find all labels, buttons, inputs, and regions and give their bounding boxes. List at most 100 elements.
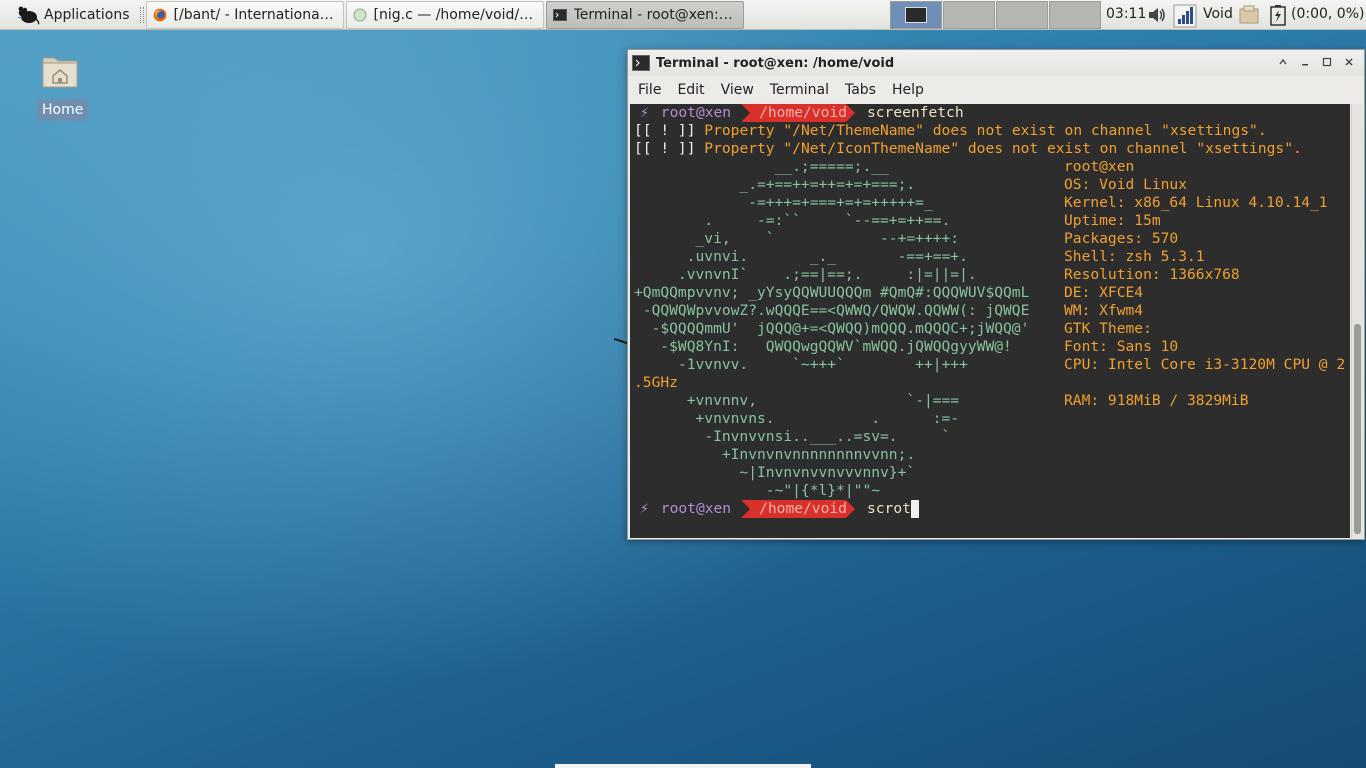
- ascii-line: _vi, ` --+=++++:: [634, 230, 960, 247]
- scrollbar-thumb[interactable]: [1354, 324, 1361, 534]
- warning-line: [[ ! ]] Property "/Net/IconThemeName" do…: [634, 140, 1350, 158]
- prompt-path: /home/void: [741, 500, 855, 518]
- system-info: root@xen OS: Void Linux Kernel: x86_64 L…: [1064, 158, 1345, 410]
- info-cpu: CPU: Intel Core i3-3120M CPU @ 2: [1064, 356, 1346, 373]
- user-menu[interactable]: Void: [1203, 6, 1233, 22]
- info-de: DE: XFCE4: [1064, 284, 1144, 301]
- applications-menu-button[interactable]: Applications: [0, 0, 136, 30]
- info-resolution: Resolution: 1366x768: [1064, 266, 1240, 283]
- workspace-switcher: [890, 1, 1102, 29]
- terminal-output[interactable]: ⚡ root@xen /home/void screenfetch [[ ! ]…: [630, 104, 1350, 538]
- clock[interactable]: 03:11: [1106, 6, 1146, 22]
- workspace-3[interactable]: [996, 1, 1048, 29]
- minimize-button[interactable]: [1294, 53, 1316, 71]
- prompt-bolt: ⚡: [640, 104, 649, 121]
- ascii-line: -=+++=+===+=+=+++++=_: [634, 194, 933, 211]
- panel-separator: [139, 6, 144, 23]
- applications-label: Applications: [44, 6, 130, 23]
- ascii-line: -~"|{*l}*|""~: [634, 482, 881, 499]
- bottom-panel-edge: [555, 764, 811, 768]
- window-title: Terminal - root@xen: /home/void: [656, 55, 895, 71]
- shade-button[interactable]: [1272, 53, 1294, 71]
- ascii-line: .vvnvnI` .;==|==;. :|=||=|.: [634, 266, 977, 283]
- terminal-titlebar[interactable]: Terminal - root@xen: /home/void: [628, 50, 1364, 76]
- info-ram: RAM: 918MiB / 3829MiB: [1064, 392, 1249, 409]
- taskbar-item-terminal[interactable]: Terminal - root@xen: /ho...: [545, 0, 744, 29]
- taskbar-item-browser[interactable]: [/bant/ - International/Ra...: [145, 0, 344, 29]
- prompt-line: ⚡ root@xen /home/void screenfetch: [634, 104, 1350, 122]
- prompt-user: root@xen: [660, 104, 732, 121]
- desktop-icon-label: Home: [37, 99, 89, 121]
- cpu-wrap-line: .5GHz: [634, 374, 678, 391]
- menu-help[interactable]: Help: [892, 82, 924, 98]
- close-button[interactable]: [1338, 53, 1360, 71]
- info-kernel: Kernel: x86_64 Linux 4.10.14_1: [1064, 194, 1328, 211]
- ascii-line: +Invnvnvnnnnnnnnvvnn;.: [634, 446, 916, 463]
- workspace-2[interactable]: [943, 1, 995, 29]
- chevron-up-icon: [1279, 58, 1287, 65]
- ascii-line: -Invnvvnsi..___..=sv=. `: [634, 428, 951, 445]
- terminal-icon: [632, 55, 650, 71]
- home-folder-icon: [42, 57, 78, 88]
- prompt-user: root@xen: [660, 500, 732, 517]
- menu-edit[interactable]: Edit: [677, 82, 704, 98]
- ascii-line: _.=+==++=++=+=+===;.: [634, 176, 916, 193]
- warning-line: [[ ! ]] Property "/Net/ThemeName" does n…: [634, 122, 1350, 140]
- ascii-line: -QQWQWpvvowZ?.wQQQE==<QWWQ/QWQW.QQWW(: j…: [634, 302, 1030, 319]
- terminal-icon: [552, 8, 567, 21]
- info-wm: WM: Xfwm4: [1064, 302, 1144, 319]
- menu-tabs[interactable]: Tabs: [845, 82, 876, 98]
- terminal-menubar: File Edit View Terminal Tabs Help: [628, 76, 1364, 103]
- ascii-line: ~|Invnvnvvnvvvnnv}+`: [634, 464, 916, 481]
- info-os: OS: Void Linux: [1064, 176, 1188, 193]
- prompt-line: ⚡ root@xen /home/void scrot: [634, 500, 1350, 518]
- window-thumbnail: [905, 7, 927, 23]
- terminal-scrollbar[interactable]: [1351, 104, 1363, 538]
- warning-text: Property "/Net/ThemeName" does not exist…: [695, 122, 1267, 139]
- minimize-icon: [1302, 64, 1308, 66]
- ascii-line: -$WQ8YnI: QWQQwgQQWV`mWQQ.jQWQQgyyWW@!: [634, 338, 1012, 355]
- prompt-command: screenfetch: [866, 104, 964, 121]
- taskbar-item-editor[interactable]: [nig.c — /home/void/Dow...: [345, 0, 544, 29]
- ascii-line: +vnvnvns. . :=-: [634, 410, 960, 427]
- workspace-1[interactable]: [890, 1, 942, 29]
- ascii-line: -1vvnvv. `~+++` ++|+++: [634, 356, 968, 373]
- maximize-button[interactable]: [1316, 53, 1338, 71]
- desktop-home-icon[interactable]: Home: [37, 52, 89, 121]
- ascii-line: . -=:`` `--==+=++==.: [634, 212, 951, 229]
- menu-view[interactable]: View: [721, 82, 754, 98]
- warning-marker: [[ ! ]]: [634, 140, 696, 157]
- taskbar-item-label: [nig.c — /home/void/Dow...: [373, 6, 537, 23]
- taskbar-item-label: Terminal - root@xen: /ho...: [573, 6, 737, 23]
- menu-terminal[interactable]: Terminal: [770, 82, 829, 98]
- info-blank: [1064, 374, 1345, 392]
- menu-file[interactable]: File: [638, 82, 661, 98]
- screenfetch-output: __.;=====;.__ _.=+==++=++=+=+===;. -=+++…: [634, 158, 1350, 500]
- prompt-bolt: ⚡: [640, 500, 649, 517]
- terminal-window[interactable]: Terminal - root@xen: /home/void File Edi…: [627, 49, 1365, 540]
- prompt-command-input[interactable]: scrot: [855, 500, 911, 518]
- battery-status: (0:00, 0%): [1291, 6, 1365, 22]
- ascii-logo: __.;=====;.__ _.=+==++=++=+=+===;. -=+++…: [634, 158, 1029, 500]
- info-shell: Shell: zsh 5.3.1: [1064, 248, 1205, 265]
- mouse-logo-icon: [18, 6, 40, 25]
- close-icon: [1345, 58, 1353, 66]
- workspace-4[interactable]: [1049, 1, 1101, 29]
- volume-icon[interactable]: [1146, 4, 1168, 26]
- taskbar-item-label: [/bant/ - International/Ra...: [173, 6, 337, 23]
- ascii-line: -$QQQQmmU' jQQQ@+=<QWQQ)mQQQ.mQQQC+;jWQQ…: [634, 320, 1030, 337]
- info-uptime: Uptime: 15m: [1064, 212, 1161, 229]
- ascii-line: .uvnvi. _._ -==+==+.: [634, 248, 968, 265]
- info-gtk-theme: GTK Theme:: [1064, 320, 1152, 337]
- clipboard-icon[interactable]: [1238, 4, 1260, 26]
- info-packages: Packages: 570: [1064, 230, 1179, 247]
- text-cursor: [910, 500, 919, 518]
- maximize-icon: [1322, 57, 1332, 67]
- network-icon[interactable]: [1173, 4, 1197, 28]
- battery-icon[interactable]: [1268, 4, 1288, 26]
- info-user: root@xen: [1064, 158, 1135, 175]
- window-controls: [1272, 53, 1360, 71]
- ascii-line: __.;=====;.__: [634, 158, 889, 175]
- top-panel: Applications [/bant/ - International/Ra.…: [0, 0, 1366, 30]
- prompt-path: /home/void: [741, 104, 855, 122]
